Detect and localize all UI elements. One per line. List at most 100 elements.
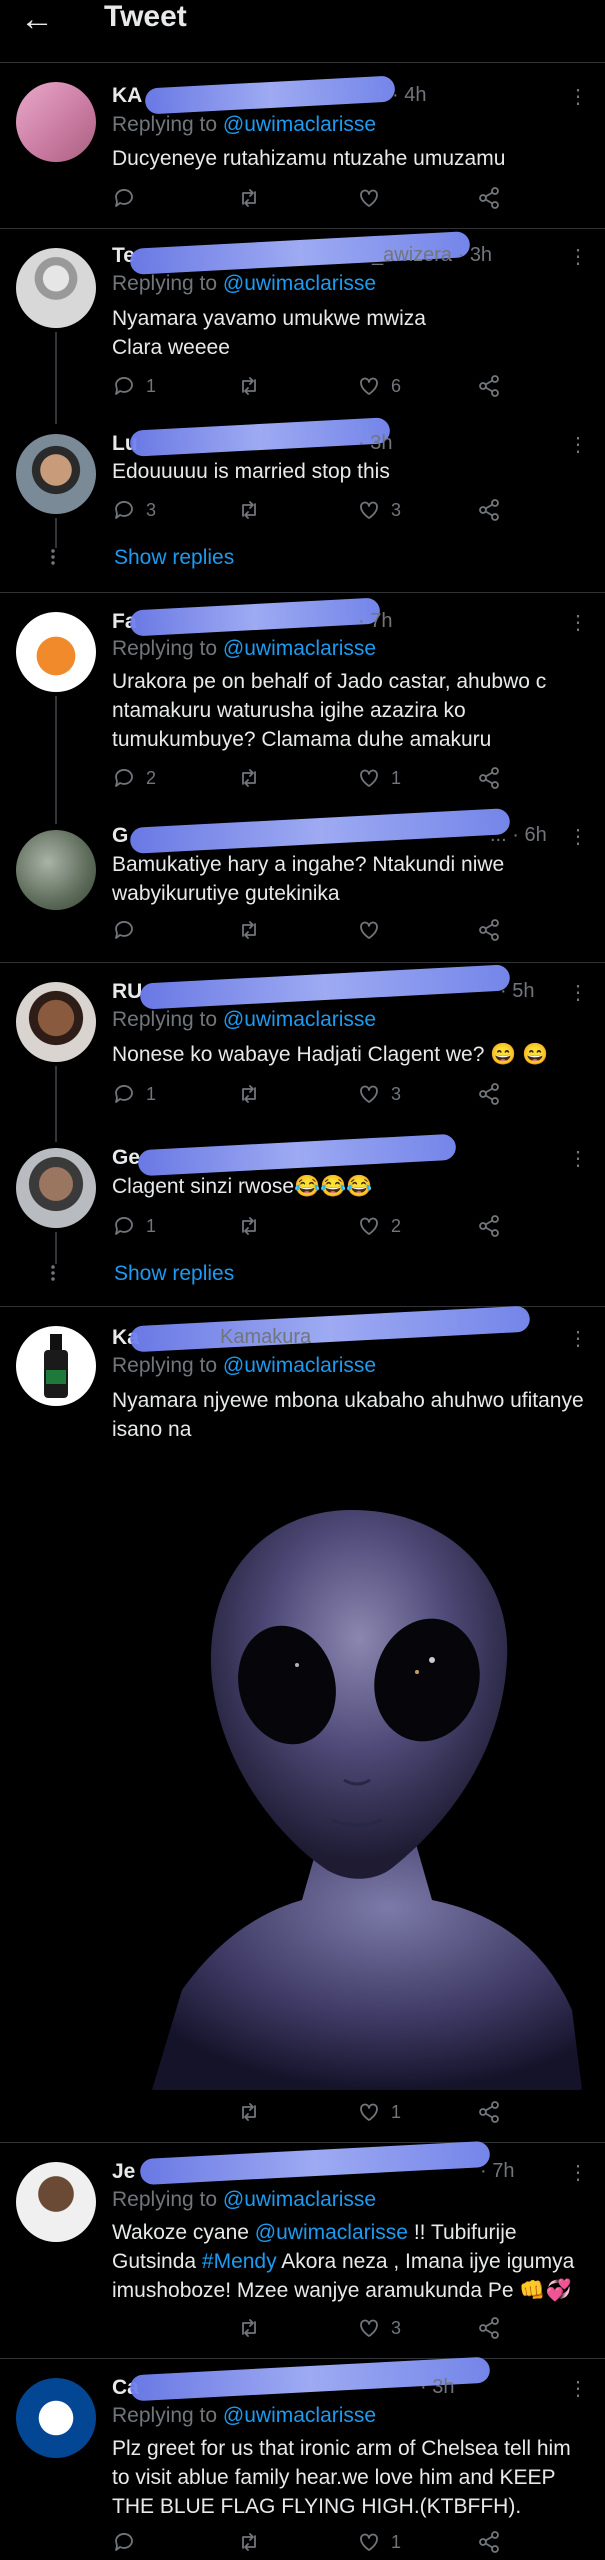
like-button[interactable]: 3 bbox=[357, 498, 401, 522]
like-button[interactable]: 1 bbox=[357, 766, 401, 790]
like-button[interactable] bbox=[357, 186, 381, 210]
more-options-icon[interactable]: ⋮ bbox=[568, 2160, 588, 2185]
reply-button[interactable] bbox=[112, 2530, 136, 2554]
retweet-button[interactable] bbox=[237, 1082, 261, 1106]
timestamp[interactable]: _awizera · 3h bbox=[372, 244, 492, 267]
share-button[interactable] bbox=[477, 2316, 501, 2340]
timestamp[interactable]: · 5h bbox=[500, 980, 534, 1003]
timestamp[interactable]: · 7h bbox=[480, 2160, 514, 2183]
like-button[interactable] bbox=[357, 918, 381, 942]
timestamp[interactable]: · 7h bbox=[358, 610, 392, 633]
avatar[interactable] bbox=[16, 2162, 96, 2242]
like-count: 2 bbox=[391, 1215, 402, 1236]
author-handle[interactable]: Kamakura bbox=[220, 1326, 311, 1349]
retweet-button[interactable] bbox=[237, 2100, 261, 2124]
show-replies-link[interactable]: Show replies bbox=[114, 546, 234, 570]
more-options-icon[interactable]: ⋮ bbox=[568, 610, 588, 635]
reply-icon bbox=[115, 1085, 133, 1103]
mention-link[interactable]: @uwimaclarisse bbox=[223, 2188, 376, 2211]
reply-button[interactable]: 1 bbox=[112, 1214, 156, 1238]
reply-button[interactable]: 1 bbox=[112, 1082, 156, 1106]
like-count: 3 bbox=[391, 1083, 402, 1104]
mention-link[interactable]: @uwimaclarisse bbox=[223, 1354, 376, 1377]
share-button[interactable] bbox=[477, 2100, 501, 2124]
more-options-icon[interactable]: ⋮ bbox=[568, 2376, 588, 2401]
more-options-icon[interactable]: ⋮ bbox=[568, 980, 588, 1005]
avatar[interactable] bbox=[16, 982, 96, 1062]
retweet-button[interactable] bbox=[237, 2530, 261, 2554]
retweet-button[interactable] bbox=[237, 1214, 261, 1238]
share-icon bbox=[479, 2101, 499, 2123]
avatar[interactable] bbox=[16, 612, 96, 692]
reply-button[interactable] bbox=[112, 918, 136, 942]
reply-icon bbox=[115, 189, 133, 207]
more-options-icon[interactable]: ⋮ bbox=[568, 824, 588, 849]
share-button[interactable] bbox=[477, 766, 501, 790]
tweet-image[interactable] bbox=[112, 1450, 592, 2090]
share-button[interactable] bbox=[477, 186, 501, 210]
back-arrow-icon[interactable]: ← bbox=[20, 2, 54, 36]
avatar[interactable] bbox=[16, 830, 96, 910]
mention-link[interactable]: @uwimaclarisse bbox=[223, 272, 376, 295]
share-button[interactable] bbox=[477, 1082, 501, 1106]
mention-link[interactable]: @uwimaclarisse bbox=[223, 1008, 376, 1031]
hashtag-link[interactable]: #Mendy bbox=[202, 2250, 277, 2273]
reply-count: 1 bbox=[146, 375, 157, 396]
bottle-icon bbox=[44, 1334, 68, 1398]
reply-button[interactable] bbox=[112, 186, 136, 210]
like-button[interactable]: 2 bbox=[357, 1214, 401, 1238]
replying-to: Replying to @uwimaclarisse bbox=[112, 272, 377, 295]
avatar[interactable] bbox=[16, 1148, 96, 1228]
reply-button[interactable]: 1 bbox=[112, 374, 156, 398]
share-button[interactable] bbox=[477, 1214, 501, 1238]
share-button[interactable] bbox=[477, 374, 501, 398]
reply-button[interactable]: 2 bbox=[112, 766, 156, 790]
action-bar: 1 bbox=[112, 2100, 512, 2130]
timestamp[interactable]: ... · 6h bbox=[490, 824, 547, 847]
timestamp[interactable]: · 3h bbox=[420, 2376, 454, 2399]
avatar[interactable] bbox=[16, 1326, 96, 1406]
heart-icon bbox=[360, 1217, 378, 1235]
retweet-button[interactable] bbox=[237, 186, 261, 210]
share-button[interactable] bbox=[477, 918, 501, 942]
like-button[interactable]: 1 bbox=[357, 2100, 401, 2124]
reply-icon bbox=[115, 2533, 133, 2551]
author-name[interactable]: Je bbox=[112, 2160, 135, 2184]
avatar[interactable] bbox=[16, 248, 96, 328]
avatar[interactable] bbox=[16, 82, 96, 162]
author-name[interactable]: KA bbox=[112, 84, 142, 108]
like-button[interactable]: 3 bbox=[357, 2316, 401, 2340]
author-name[interactable]: RU bbox=[112, 980, 142, 1004]
share-button[interactable] bbox=[477, 498, 501, 522]
divider bbox=[0, 62, 605, 63]
mention-link[interactable]: @uwimaclarisse bbox=[255, 2221, 408, 2244]
author-name[interactable]: G bbox=[112, 824, 128, 848]
retweet-button[interactable] bbox=[237, 918, 261, 942]
more-options-icon[interactable]: ⋮ bbox=[568, 244, 588, 269]
show-replies-link[interactable]: Show replies bbox=[114, 1262, 234, 1286]
redaction-mark bbox=[129, 1305, 531, 1353]
like-button[interactable]: 1 bbox=[357, 2530, 401, 2554]
mention-link[interactable]: @uwimaclarisse bbox=[223, 637, 376, 660]
timestamp[interactable]: · 3h bbox=[358, 432, 392, 455]
avatar[interactable] bbox=[16, 434, 96, 514]
chelsea-crest-icon[interactable] bbox=[16, 2378, 96, 2458]
thread-line bbox=[55, 332, 57, 424]
like-button[interactable]: 3 bbox=[357, 1082, 401, 1106]
timestamp[interactable]: · 4h bbox=[392, 84, 426, 107]
mention-link[interactable]: @uwimaclarisse bbox=[223, 113, 376, 136]
retweet-button[interactable] bbox=[237, 766, 261, 790]
retweet-button[interactable] bbox=[237, 498, 261, 522]
more-options-icon[interactable]: ⋮ bbox=[568, 1146, 588, 1171]
reply-button[interactable]: 3 bbox=[112, 498, 156, 522]
share-button[interactable] bbox=[477, 2530, 501, 2554]
like-button[interactable]: 6 bbox=[357, 374, 401, 398]
retweet-button[interactable] bbox=[237, 2316, 261, 2340]
retweet-button[interactable] bbox=[237, 374, 261, 398]
retweet-icon bbox=[242, 2319, 256, 2337]
more-options-icon[interactable]: ⋮ bbox=[568, 84, 588, 109]
mention-link[interactable]: @uwimaclarisse bbox=[223, 2404, 376, 2427]
more-options-icon[interactable]: ⋮ bbox=[568, 432, 588, 457]
author-name[interactable]: Ge bbox=[112, 1146, 140, 1170]
more-options-icon[interactable]: ⋮ bbox=[568, 1326, 588, 1351]
